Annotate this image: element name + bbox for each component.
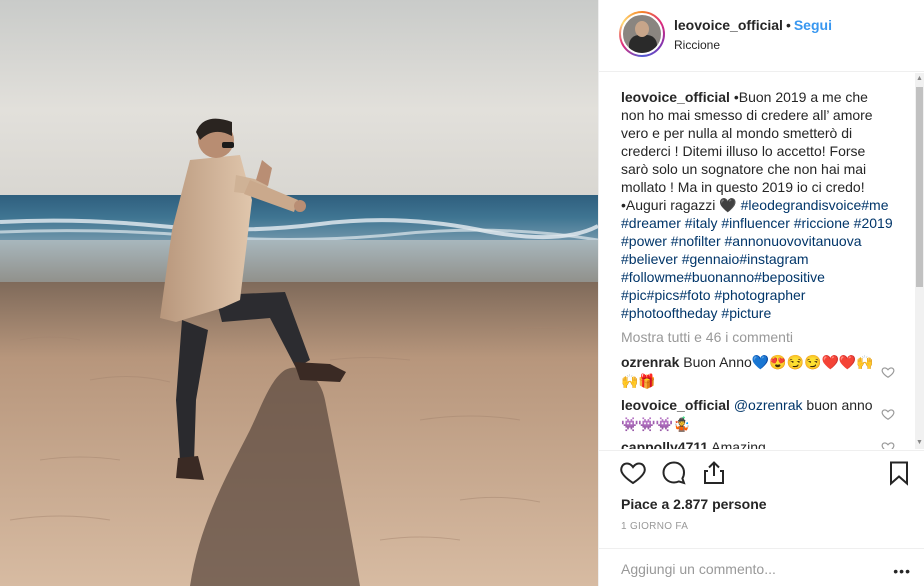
avatar-face (635, 21, 649, 37)
comment-like-heart-icon[interactable] (881, 440, 895, 449)
add-comment-bar: ••• (599, 548, 924, 586)
comment-username[interactable]: cappolly4711 (621, 439, 708, 449)
avatar[interactable] (619, 11, 665, 57)
more-options-icon[interactable]: ••• (893, 563, 911, 579)
comment-item: leovoice_official @ozrenrak buon anno 👾👾… (621, 396, 877, 434)
caption-text: •Buon 2019 a me che non ho mai smesso di… (621, 89, 873, 213)
instagram-post-view: leovoice_official • Segui Riccione leovoic… (0, 0, 924, 586)
comments-list[interactable]: leovoice_official •Buon 2019 a me che no… (599, 73, 924, 449)
comment-item: cappolly4711 Amazing (621, 438, 877, 449)
caption-username[interactable]: leovoice_official (621, 89, 730, 105)
comment-input[interactable] (621, 559, 881, 579)
scroll-up-arrow-icon[interactable]: ▲ (916, 75, 923, 83)
action-bar (599, 450, 924, 490)
comment-item: ozrenrak Buon Anno💙😍😏😏❤️❤️🙌🙌🎁 (621, 353, 877, 391)
view-all-comments-link[interactable]: Mostra tutti e 46 i commenti (621, 329, 793, 345)
bookmark-icon[interactable] (885, 459, 913, 487)
header-user-line: leovoice_official • Segui (674, 17, 832, 33)
avatar-image (621, 13, 663, 55)
caption: leovoice_official •Buon 2019 a me che no… (621, 88, 893, 322)
caption-hashtags[interactable]: #leodegrandisvoice#me #dreamer #italy #i… (621, 197, 893, 321)
follow-button[interactable]: Segui (794, 17, 832, 33)
comment-text: Amazing (711, 439, 766, 449)
comment-like-heart-icon[interactable] (881, 407, 895, 421)
separator-dot: • (785, 17, 791, 33)
comments-scrollbar[interactable]: ▲ ▼ (915, 73, 924, 449)
post-details-panel: leovoice_official • Segui Riccione leovoic… (598, 0, 924, 586)
heart-icon[interactable] (619, 459, 647, 487)
scroll-down-arrow-icon[interactable]: ▼ (916, 439, 923, 447)
location-link[interactable]: Riccione (674, 38, 720, 52)
avatar-body (629, 35, 657, 53)
scrollbar-thumb[interactable] (916, 87, 923, 287)
comment-username[interactable]: leovoice_official (621, 397, 730, 413)
comment-icon[interactable] (660, 459, 688, 487)
post-timestamp: 1 GIORNO FA (621, 521, 689, 532)
header-username[interactable]: leovoice_official (674, 17, 783, 33)
beach-photo-image (0, 0, 598, 586)
comment-mention[interactable]: @ozrenrak (734, 397, 803, 413)
post-header: leovoice_official • Segui Riccione (599, 0, 924, 72)
comment-username[interactable]: ozrenrak (621, 354, 679, 370)
likes-count[interactable]: Piace a 2.877 persone (621, 496, 767, 512)
post-photo[interactable] (0, 0, 598, 586)
comment-like-heart-icon[interactable] (881, 365, 895, 379)
share-icon[interactable] (700, 459, 728, 487)
